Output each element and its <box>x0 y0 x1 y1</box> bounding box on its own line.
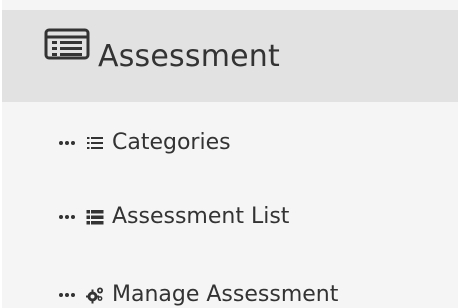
gears-icon <box>86 287 103 304</box>
assessment-submenu: Categories Assessment List Manage Assess… <box>2 102 458 308</box>
tree-dots-icon <box>59 293 75 297</box>
assessment-menu-panel: Assessment Categories Assessment List Ma… <box>0 0 458 308</box>
tree-dots-icon <box>59 215 75 219</box>
menu-item-label: Assessment List <box>112 204 290 229</box>
list-alt-icon <box>44 28 90 60</box>
bold-list-icon <box>86 210 104 225</box>
menu-item-manage-assessment[interactable]: Manage Assessment <box>58 284 338 306</box>
assessment-header[interactable]: Assessment <box>2 10 458 102</box>
menu-item-assessment-list[interactable]: Assessment List <box>58 206 289 228</box>
menu-item-label: Manage Assessment <box>112 282 339 307</box>
tree-dots-icon <box>59 141 75 145</box>
menu-item-categories[interactable]: Categories <box>58 132 231 154</box>
menu-item-label: Categories <box>112 130 231 155</box>
list-icon <box>87 137 103 149</box>
page-title: Assessment <box>98 39 280 74</box>
